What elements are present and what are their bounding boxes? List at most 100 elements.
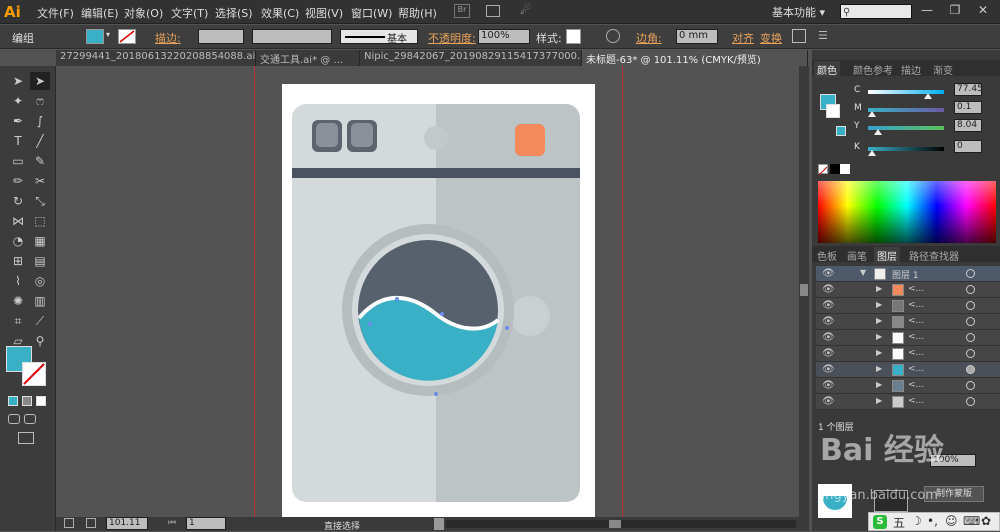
expand-icon[interactable]: ▶ xyxy=(876,316,882,325)
tab-color-guide[interactable]: 颜色参考 xyxy=(850,61,896,78)
eye-icon[interactable]: 👁 xyxy=(822,332,835,344)
channel-k-slider[interactable] xyxy=(868,147,944,156)
scroll-thumb[interactable] xyxy=(800,284,808,296)
tab-swatches[interactable]: 色板 xyxy=(814,247,840,264)
stroke-swatch[interactable] xyxy=(118,29,136,44)
tab-gradient[interactable]: 渐变 xyxy=(930,61,956,78)
panel-stroke-swatch[interactable] xyxy=(826,104,840,118)
tab-stroke[interactable]: 描边 xyxy=(898,61,924,78)
isolate-group-icon[interactable] xyxy=(792,29,806,43)
paintbrush-tool-icon[interactable]: ✎ xyxy=(30,152,50,170)
target-icon[interactable] xyxy=(966,285,975,294)
keyboard-icon[interactable]: ⌨ xyxy=(963,514,980,528)
lasso-tool-icon[interactable]: ෆ xyxy=(30,92,50,110)
vertical-scrollbar[interactable] xyxy=(799,66,809,517)
brush-definition[interactable]: 基本 xyxy=(340,29,418,45)
variable-width-profile[interactable] xyxy=(252,29,332,44)
ime-mode-icon[interactable]: 五 xyxy=(893,514,905,531)
out-of-gamut-swatch[interactable] xyxy=(836,126,846,136)
perspective-grid-tool-icon[interactable]: ▦ xyxy=(30,232,50,250)
zoom-tool-icon[interactable]: ⚲ xyxy=(30,332,50,350)
expand-icon[interactable]: ▶ xyxy=(876,284,882,293)
opacity-label[interactable]: 不透明度: xyxy=(428,30,476,46)
slider-thumb[interactable] xyxy=(868,150,876,156)
tab-pathfinder[interactable]: 路径查找器 xyxy=(906,247,962,264)
rotate-tool-icon[interactable]: ↻ xyxy=(8,192,28,210)
color-spectrum[interactable] xyxy=(818,181,996,243)
emoji-icon[interactable]: ☺ xyxy=(945,514,958,528)
scale-tool-icon[interactable]: ⤡ xyxy=(30,192,50,210)
scroll-left-icon[interactable] xyxy=(434,518,444,530)
artboard[interactable] xyxy=(56,66,799,517)
target-icon[interactable] xyxy=(966,365,975,374)
opacity-field[interactable]: 100% xyxy=(478,29,530,44)
black-swatch[interactable] xyxy=(830,164,840,174)
panel-menu-icon[interactable]: ☰ xyxy=(818,29,828,42)
stroke-label[interactable]: 描边: xyxy=(155,30,181,46)
horizontal-scroll-thumb[interactable] xyxy=(609,520,621,528)
direct-selection-tool-icon[interactable]: ➤ xyxy=(30,72,50,90)
channel-k-value[interactable]: 0 xyxy=(954,140,982,153)
stroke-color-box[interactable] xyxy=(22,362,46,386)
white-swatch[interactable] xyxy=(840,164,850,174)
draw-behind-icon[interactable] xyxy=(24,414,36,424)
workspace-switcher[interactable]: 基本功能 ▾ xyxy=(772,4,825,20)
tab-document-3[interactable]: Nipic_29842067_20190829115417377000.ai* xyxy=(360,50,582,66)
curvature-tool-icon[interactable]: ∫ xyxy=(30,112,50,130)
export-icon[interactable] xyxy=(64,518,74,528)
blend-tool-icon[interactable]: ◎ xyxy=(30,272,50,290)
expand-icon[interactable]: ▶ xyxy=(876,348,882,357)
type-tool-icon[interactable]: T xyxy=(8,132,28,150)
layer-row[interactable]: 👁 ▶ <... xyxy=(816,298,1000,314)
expand-icon[interactable]: ▶ xyxy=(876,396,882,405)
eye-icon[interactable]: 👁 xyxy=(822,348,835,360)
layer-row[interactable]: 👁 ▶ <... xyxy=(816,314,1000,330)
rectangle-tool-icon[interactable]: ▭ xyxy=(8,152,28,170)
moon-icon[interactable]: ☽ xyxy=(911,514,922,528)
gradient-tool-icon[interactable]: ▤ xyxy=(30,252,50,270)
eye-icon[interactable]: 👁 xyxy=(822,300,835,312)
none-swatch[interactable] xyxy=(818,164,828,176)
eye-icon[interactable]: 👁 xyxy=(822,364,835,376)
channel-y-value[interactable]: 8.04 xyxy=(954,119,982,132)
minimize-button[interactable]: — xyxy=(916,3,938,19)
expand-icon[interactable]: ▶ xyxy=(876,300,882,309)
artboard-number-field[interactable]: 1 xyxy=(186,517,226,530)
layer-row[interactable]: 👁 ▶ <... xyxy=(816,394,1000,410)
none-mode-button[interactable] xyxy=(36,396,46,406)
channel-c-slider[interactable] xyxy=(868,90,944,99)
menu-help[interactable]: 帮助(H) xyxy=(398,5,437,21)
artboard-tool-icon[interactable]: ⌗ xyxy=(8,312,28,330)
align-link[interactable]: 对齐 xyxy=(732,30,754,46)
pen-tool-icon[interactable]: ✒ xyxy=(8,112,28,130)
tab-document-1[interactable]: 27299441_20180613220208854088.ai* xyxy=(56,50,256,66)
target-icon[interactable] xyxy=(966,301,975,310)
line-tool-icon[interactable]: ╱ xyxy=(30,132,50,150)
mesh-tool-icon[interactable]: ⊞ xyxy=(8,252,28,270)
zoom-field[interactable]: 101.11 xyxy=(106,517,148,530)
corner-label[interactable]: 边角: xyxy=(636,30,662,46)
scissors-tool-icon[interactable]: ✂ xyxy=(30,172,50,190)
channel-c-value[interactable]: 77.45 xyxy=(954,83,983,96)
tab-document-2[interactable]: 交通工具.ai* @ ... xyxy=(256,50,360,66)
eye-icon[interactable]: 👁 xyxy=(822,268,835,280)
draw-normal-icon[interactable] xyxy=(8,414,20,424)
eyedropper-tool-icon[interactable]: ⌇ xyxy=(8,272,28,290)
menu-file[interactable]: 文件(F) xyxy=(37,5,74,21)
ime-logo-icon[interactable]: S xyxy=(873,515,887,529)
expand-icon[interactable]: ▼ xyxy=(860,268,866,277)
slider-thumb[interactable] xyxy=(868,111,877,117)
eye-icon[interactable]: 👁 xyxy=(822,316,835,328)
layer-row[interactable]: 👁 ▶ <... xyxy=(816,330,1000,346)
slider-thumb[interactable] xyxy=(923,93,932,99)
tab-brushes[interactable]: 画笔 xyxy=(844,247,870,264)
expand-icon[interactable]: ▶ xyxy=(876,380,882,389)
transform-link[interactable]: 变换 xyxy=(760,30,782,46)
layer-row[interactable]: 👁 ▶ <... xyxy=(816,378,1000,394)
help-search-input[interactable]: ⚲ xyxy=(840,4,912,19)
target-icon[interactable] xyxy=(966,269,975,278)
first-artboard-icon[interactable]: ⏮ xyxy=(168,518,176,528)
menu-effect[interactable]: 效果(C) xyxy=(261,5,299,21)
canvas-area[interactable] xyxy=(56,66,799,517)
skin-icon[interactable]: ✿ xyxy=(981,514,991,528)
